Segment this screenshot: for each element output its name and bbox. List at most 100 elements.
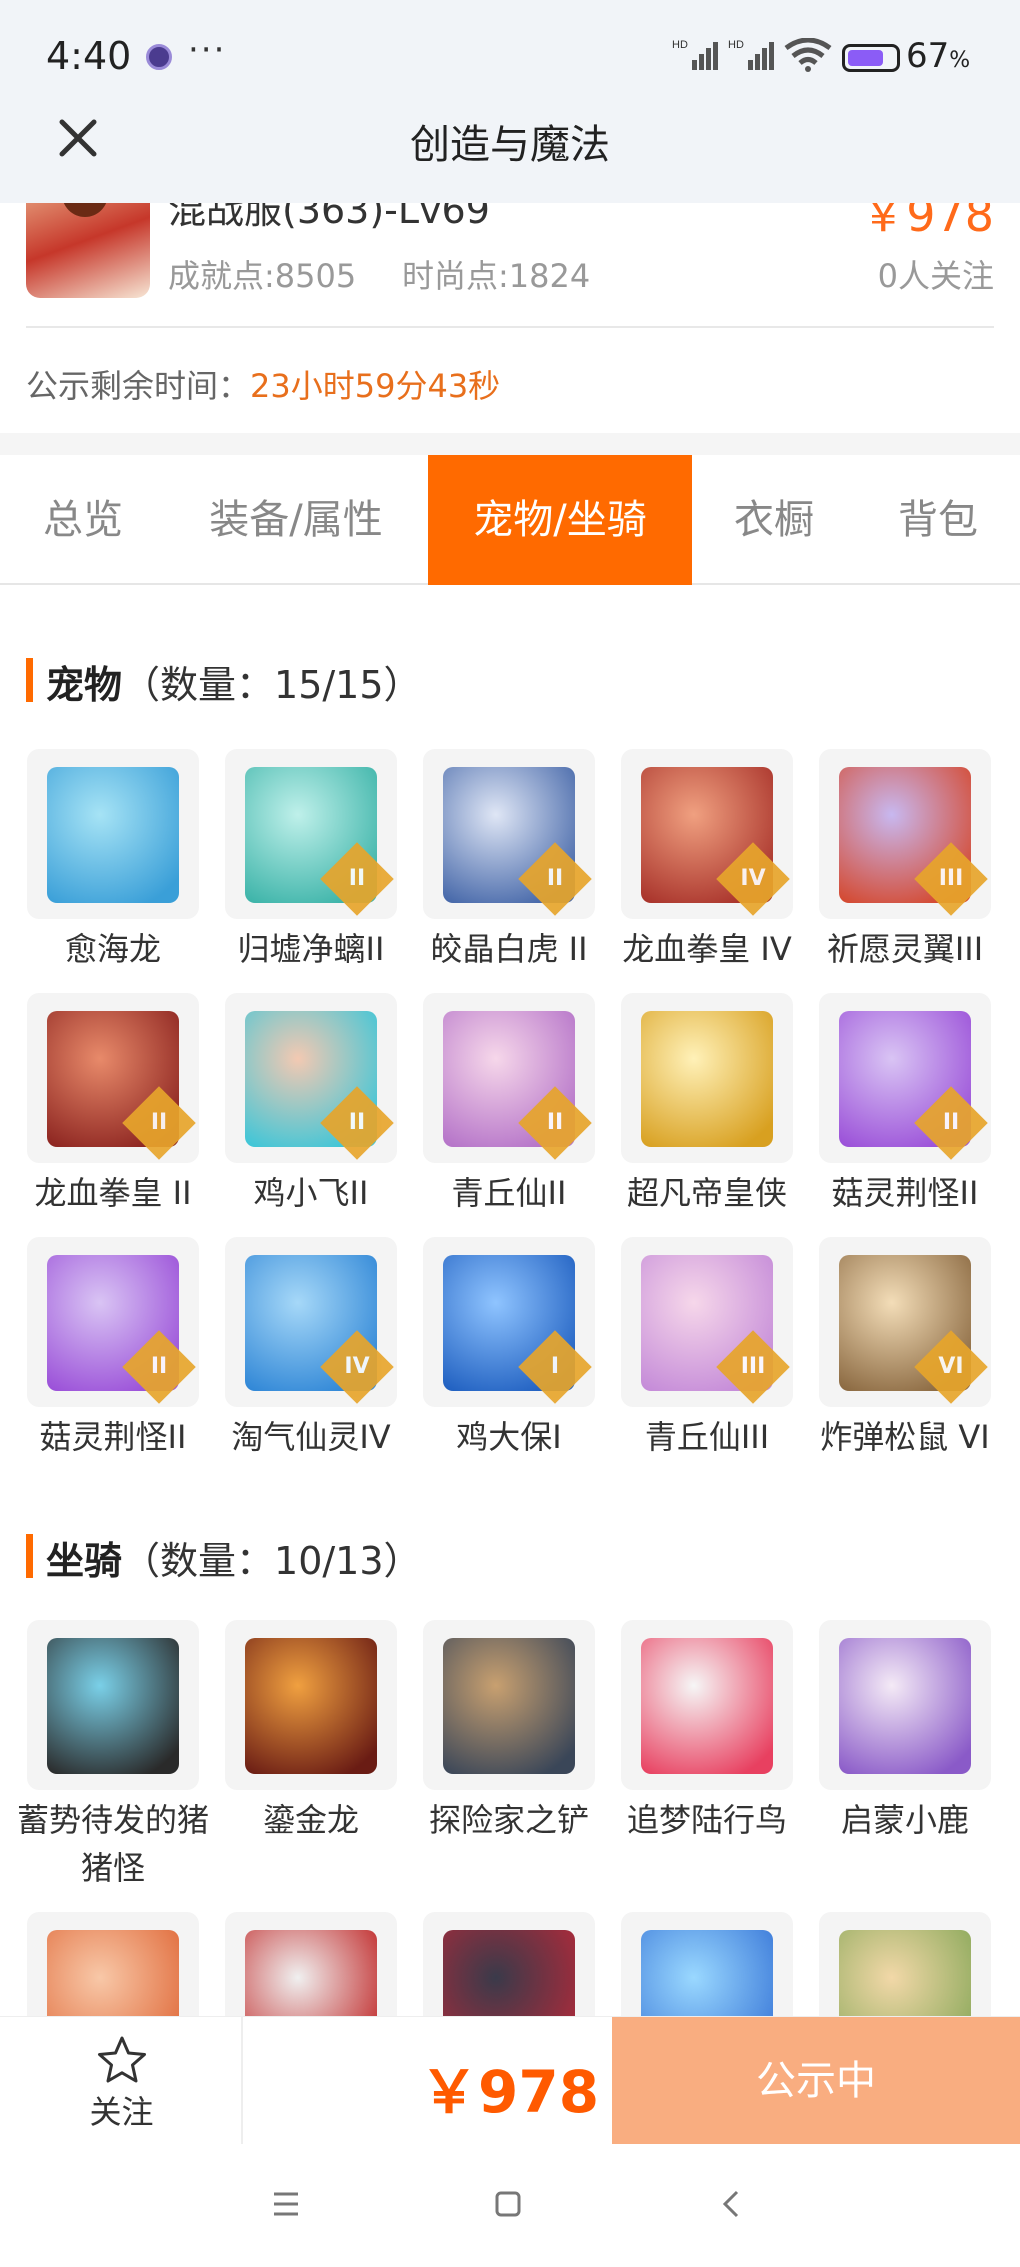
item-name: 菇灵荆怪II bbox=[39, 1418, 187, 1456]
page-title: 创造与魔法 bbox=[410, 122, 610, 168]
publicity-status-button[interactable]: 公示中 bbox=[612, 2017, 1020, 2145]
character-image bbox=[641, 1011, 773, 1147]
tier-badge: II bbox=[518, 1086, 592, 1160]
follow-button[interactable]: 关注 bbox=[0, 2017, 243, 2145]
item-name: 鸡大保I bbox=[456, 1418, 562, 1456]
pet-card[interactable]: 愈海龙 bbox=[27, 749, 199, 973]
tier-badge: II bbox=[320, 842, 394, 916]
tab-pets-mounts[interactable]: 宠物/坐骑 bbox=[428, 455, 692, 585]
follow-label: 关注 bbox=[89, 2093, 154, 2131]
item-name: 皎晶白虎 II bbox=[430, 930, 588, 968]
pet-card[interactable]: II 龙血拳皇 II bbox=[27, 993, 199, 1217]
tier-badge: III bbox=[914, 842, 988, 916]
mount-card[interactable]: 探险家之铲 bbox=[423, 1620, 595, 1844]
tier-badge: II bbox=[122, 1330, 196, 1404]
battery-icon bbox=[842, 44, 900, 72]
tier-badge: IV bbox=[716, 842, 790, 916]
thumbnail: IV bbox=[621, 749, 793, 919]
achievement-points: 成就点:8505 bbox=[168, 257, 357, 295]
thumbnail: I bbox=[423, 1237, 595, 1407]
character-image bbox=[443, 1638, 575, 1774]
character-image bbox=[641, 1638, 773, 1774]
svg-text:HD: HD bbox=[728, 39, 744, 51]
item-name: 蓄势待发的猪猪怪 bbox=[16, 1801, 209, 1887]
mount-card[interactable]: 蓄势待发的猪猪怪 bbox=[17, 1620, 209, 1892]
title-bar: 创造与魔法 bbox=[0, 112, 1020, 203]
home-icon[interactable] bbox=[488, 2184, 528, 2224]
item-name: 鸡小飞II bbox=[253, 1174, 369, 1212]
thumbnail bbox=[819, 1620, 991, 1790]
pet-card[interactable]: II 菇灵荆怪II bbox=[27, 1237, 199, 1461]
pet-card[interactable]: IV 淘气仙灵IV bbox=[225, 1237, 397, 1461]
status-time: 4:40 bbox=[46, 34, 132, 78]
thumbnail: II bbox=[423, 993, 595, 1163]
pet-card[interactable]: III 祈愿灵翼III bbox=[819, 749, 991, 973]
item-name: 淘气仙灵IV bbox=[231, 1418, 391, 1456]
battery-percent: 67% bbox=[906, 36, 971, 76]
item-name: 菇灵荆怪II bbox=[831, 1174, 979, 1212]
fashion-points: 时尚点:1824 bbox=[402, 257, 591, 295]
pet-card[interactable]: 超凡帝皇侠 bbox=[621, 993, 793, 1217]
top-header: 4:40 ··· HD HD 67% 创造与魔法 bbox=[0, 0, 1020, 203]
character-image bbox=[47, 767, 179, 903]
tier-badge: II bbox=[122, 1086, 196, 1160]
thumbnail bbox=[621, 1620, 793, 1790]
wifi-icon bbox=[784, 38, 832, 72]
pet-card[interactable]: I 鸡大保I bbox=[423, 1237, 595, 1461]
more-notifications-icon: ··· bbox=[188, 30, 227, 70]
back-icon[interactable] bbox=[712, 2184, 752, 2224]
item-name: 探险家之铲 bbox=[428, 1801, 589, 1839]
pet-card[interactable]: II 菇灵荆怪II bbox=[819, 993, 991, 1217]
svg-text:HD: HD bbox=[672, 39, 688, 51]
tier-badge: II bbox=[518, 842, 592, 916]
item-name: 启蒙小鹿 bbox=[840, 1801, 969, 1839]
character-image bbox=[47, 1638, 179, 1774]
thumbnail: II bbox=[27, 993, 199, 1163]
thumbnail: II bbox=[423, 749, 595, 919]
item-name: 愈海龙 bbox=[64, 930, 161, 968]
thumbnail bbox=[27, 1620, 199, 1790]
tier-badge: IV bbox=[320, 1330, 394, 1404]
thumbnail bbox=[621, 993, 793, 1163]
pet-card[interactable]: III 青丘仙III bbox=[621, 1237, 793, 1461]
mount-card[interactable]: 启蒙小鹿 bbox=[819, 1620, 991, 1844]
tab-equipment[interactable]: 装备/属性 bbox=[166, 455, 426, 585]
pet-card[interactable]: II 归墟净螭II bbox=[225, 749, 397, 973]
mount-card[interactable]: 鎏金龙 bbox=[225, 1620, 397, 1844]
account-card: 混战服(363)-Lv69 成就点:8505 时尚点:1824 ￥978 0人关… bbox=[0, 163, 1020, 433]
tier-badge: VI bbox=[914, 1330, 988, 1404]
thumbnail bbox=[423, 1620, 595, 1790]
thumbnail bbox=[225, 1620, 397, 1790]
pet-card[interactable]: II 鸡小飞II bbox=[225, 993, 397, 1217]
pet-card[interactable]: VI 炸弹松鼠 VI bbox=[819, 1237, 991, 1461]
pets-section-title: 宠物（数量：15/15） bbox=[26, 654, 422, 709]
app-notification-icon bbox=[146, 44, 172, 70]
menu-icon[interactable] bbox=[266, 2184, 306, 2224]
item-name: 龙血拳皇 IV bbox=[622, 930, 792, 968]
item-name: 祈愿灵翼III bbox=[826, 930, 984, 968]
thumbnail bbox=[27, 749, 199, 919]
tab-bar: 总览 装备/属性 宠物/坐骑 衣橱 背包 bbox=[0, 455, 1020, 585]
thumbnail: II bbox=[27, 1237, 199, 1407]
thumbnail: II bbox=[819, 993, 991, 1163]
navigation-bar bbox=[0, 2144, 1020, 2267]
item-name: 炸弹松鼠 VI bbox=[820, 1418, 990, 1456]
pet-card[interactable]: IV 龙血拳皇 IV bbox=[621, 749, 793, 973]
item-name: 龙血拳皇 II bbox=[34, 1174, 192, 1212]
tab-overview[interactable]: 总览 bbox=[0, 455, 166, 585]
pet-card[interactable]: II 青丘仙II bbox=[423, 993, 595, 1217]
tier-badge: I bbox=[518, 1330, 592, 1404]
pet-card[interactable]: II 皎晶白虎 II bbox=[423, 749, 595, 973]
star-icon bbox=[98, 2036, 146, 2083]
thumbnail: II bbox=[225, 993, 397, 1163]
item-name: 青丘仙II bbox=[451, 1174, 567, 1212]
item-name: 青丘仙III bbox=[644, 1418, 770, 1456]
status-bar: 4:40 ··· HD HD 67% bbox=[0, 0, 1020, 112]
countdown: 公示剩余时间：23小时59分43秒 bbox=[26, 367, 501, 405]
tab-wardrobe[interactable]: 衣橱 bbox=[692, 455, 856, 585]
tab-bag[interactable]: 背包 bbox=[856, 455, 1020, 585]
character-image bbox=[839, 1638, 971, 1774]
thumbnail: II bbox=[225, 749, 397, 919]
mount-card[interactable]: 追梦陆行鸟 bbox=[621, 1620, 793, 1844]
item-name: 归墟净螭II bbox=[237, 930, 385, 968]
